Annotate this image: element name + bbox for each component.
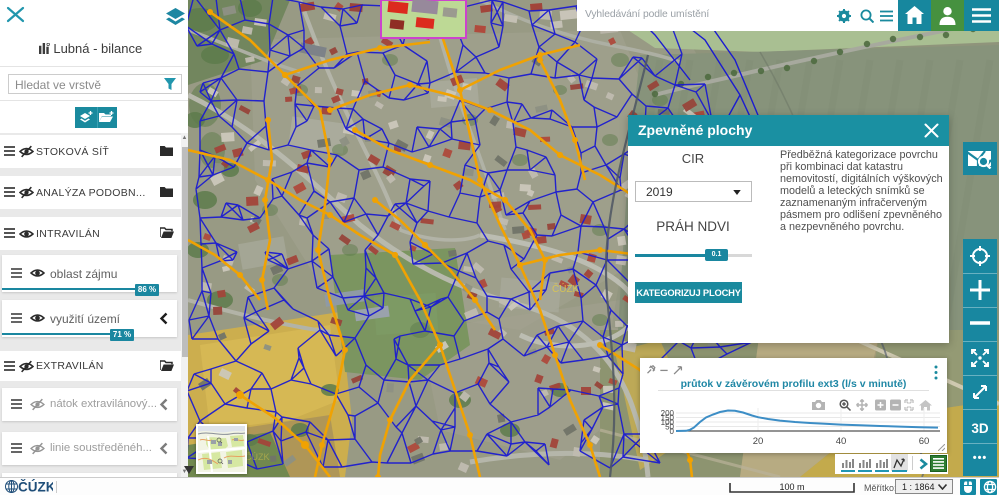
svg-text:ČÚZK: ČÚZK bbox=[552, 282, 580, 295]
svg-text:ČÚZK: ČÚZK bbox=[18, 480, 53, 495]
svg-text:100 m: 100 m bbox=[779, 482, 804, 492]
svg-text:ČÚZK: ČÚZK bbox=[245, 452, 270, 462]
svg-text:20: 20 bbox=[753, 436, 764, 447]
svg-text:60: 60 bbox=[919, 436, 930, 447]
svg-text:0: 0 bbox=[670, 427, 675, 436]
svg-text:40: 40 bbox=[836, 436, 847, 447]
